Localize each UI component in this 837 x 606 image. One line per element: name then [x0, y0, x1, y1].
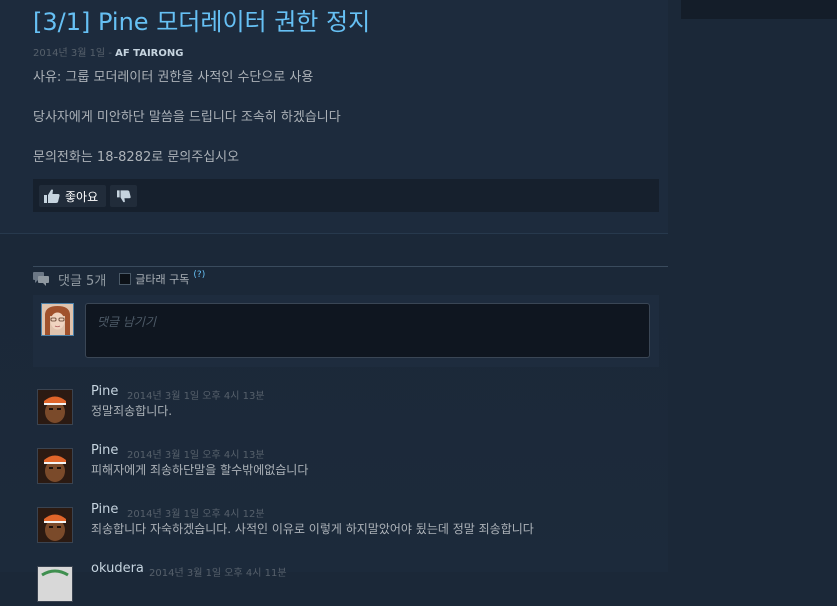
- announcement-date: 2014년 3월 1일: [33, 48, 106, 59]
- comment-author[interactable]: Pine: [91, 443, 118, 458]
- commenter-avatar-image: [38, 508, 72, 542]
- comment-item: Pine 2014년 3월 1일 오후 4시 13분 정말죄송합니다.: [37, 384, 657, 429]
- subscribe-toggle[interactable]: 글타래 구독 (?): [119, 270, 205, 287]
- comment-timestamp: 2014년 3월 1일 오후 4시 13분: [127, 450, 265, 461]
- commenter-avatar-image: [38, 567, 72, 601]
- comment-item: Pine 2014년 3월 1일 오후 4시 13분 피해자에게 죄송하단말을 …: [37, 443, 657, 488]
- subscribe-checkbox[interactable]: [119, 273, 132, 285]
- announcement-author[interactable]: AF TAIRONG: [115, 48, 183, 59]
- comments-header: 댓글 5개 글타래 구독 (?): [33, 270, 205, 289]
- comment-input[interactable]: 댓글 남기기: [85, 303, 650, 358]
- comment-input-placeholder: 댓글 남기기: [97, 315, 157, 329]
- comment-item: okudera 2014년 3월 1일 오후 4시 11분: [37, 561, 657, 606]
- commenter-avatar[interactable]: [37, 566, 73, 602]
- commenter-avatar[interactable]: [37, 448, 73, 484]
- comment-text: 죄송합니다 자숙하겠습니다. 사적인 이유로 이렇게 하지말았어야 됬는데 정말…: [91, 522, 534, 536]
- speech-bubble-icon: [33, 272, 49, 286]
- comment-timestamp: 2014년 3월 1일 오후 4시 12분: [127, 509, 265, 520]
- comment-count: 댓글 5개: [58, 273, 107, 289]
- thumbs-up-icon: [44, 189, 60, 203]
- comment-item: Pine 2014년 3월 1일 오후 4시 12분 죄송합니다 자숙하겠습니다…: [37, 502, 657, 547]
- comments-divider: [33, 266, 668, 267]
- comment-compose-box: 댓글 남기기: [33, 295, 659, 367]
- announcement-meta: 2014년 3월 1일 - AF TAIRONG: [33, 44, 183, 59]
- comment-author[interactable]: Pine: [91, 502, 118, 517]
- comment-timestamp: 2014년 3월 1일 오후 4시 13분: [127, 391, 265, 402]
- subscribe-help-link[interactable]: (?): [193, 270, 205, 280]
- commenter-avatar-image: [38, 390, 72, 424]
- announcement-body-line: 문의전화는 18-8282로 문의주십시오: [33, 150, 240, 165]
- comment-author[interactable]: okudera: [91, 561, 144, 576]
- commenter-avatar[interactable]: [37, 507, 73, 543]
- meta-separator: -: [105, 48, 116, 59]
- announcement-body-line: 사유: 그룹 모더레이터 권한을 사적인 수단으로 사용: [33, 70, 314, 85]
- comment-author[interactable]: Pine: [91, 384, 118, 399]
- like-button[interactable]: 좋아요: [39, 185, 107, 207]
- commenter-avatar[interactable]: [37, 389, 73, 425]
- user-avatar-image: [42, 304, 73, 335]
- dislike-button[interactable]: [110, 185, 137, 207]
- subscribe-label[interactable]: 글타래 구독: [135, 271, 189, 287]
- comment-text: 피해자에게 죄송하단말을 할수밖에없습니다: [91, 463, 309, 477]
- announcement-body-line: 당사자에게 미안하단 말씀을 드립니다 조속히 하겠습니다: [33, 110, 341, 125]
- vote-bar: 좋아요: [33, 179, 659, 212]
- announcement-panel: [3/1] Pine 모더레이터 권한 정지 2014년 3월 1일 - AF …: [0, 0, 668, 234]
- thumbs-down-icon: [116, 189, 131, 202]
- commenter-avatar-image: [38, 449, 72, 483]
- like-label: 좋아요: [65, 189, 99, 204]
- user-avatar[interactable]: [41, 303, 74, 336]
- comment-text: 정말죄송합니다.: [91, 404, 173, 418]
- announcement-title[interactable]: [3/1] Pine 모더레이터 권한 정지: [33, 6, 370, 38]
- right-sidebar-strip: [681, 0, 837, 19]
